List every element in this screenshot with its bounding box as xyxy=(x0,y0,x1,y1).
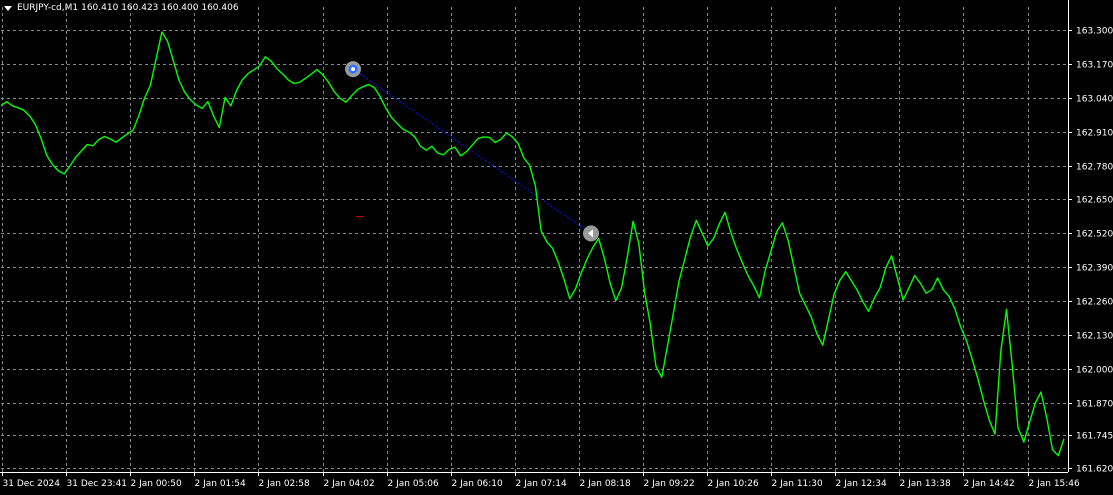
x-tick-label: 2 Jan 11:30 xyxy=(772,479,824,489)
y-tick-label: 162.130 xyxy=(1076,332,1113,342)
x-tick-label: 2 Jan 12:34 xyxy=(836,479,888,489)
y-tick-label: 162.260 xyxy=(1076,298,1113,308)
x-tick-label: 2 Jan 05:06 xyxy=(388,479,440,489)
chart-window[interactable]: 163.300 163.170 163.040 162.910 162.780 162.6… xyxy=(0,0,1113,491)
y-tick-label: 161.745 xyxy=(1076,432,1113,442)
entry-marker-dot xyxy=(351,67,355,72)
trade-entry-icon[interactable] xyxy=(345,61,361,78)
x-tick-label: 2 Jan 07:14 xyxy=(516,479,568,489)
x-tick-label: 2 Jan 04:02 xyxy=(324,479,375,489)
y-tick-label: 162.390 xyxy=(1076,264,1113,274)
x-tick-label: 31 Dec 2024 xyxy=(3,479,61,489)
y-tick-label: 162.910 xyxy=(1076,129,1113,139)
ohlc-label: 160.410 160.423 160.400 160.406 xyxy=(81,3,239,13)
price-chart[interactable]: 163.300 163.170 163.040 162.910 162.780 162.6… xyxy=(0,0,1113,491)
x-tick-label: 2 Jan 14:42 xyxy=(964,479,1015,489)
y-tick-label: 163.300 xyxy=(1076,27,1113,37)
x-tick-label: 2 Jan 09:22 xyxy=(644,479,695,489)
y-tick-label: 163.040 xyxy=(1076,95,1113,105)
y-tick-label: 162.780 xyxy=(1076,163,1113,173)
x-tick-label: 2 Jan 08:18 xyxy=(580,479,632,489)
x-tick-label: 2 Jan 13:38 xyxy=(900,479,952,489)
x-tick-label: 2 Jan 10:26 xyxy=(708,479,760,489)
triangle-down-icon[interactable] xyxy=(4,5,12,11)
y-tick-label: 163.170 xyxy=(1076,61,1113,71)
x-tick-label: 2 Jan 15:46 xyxy=(1029,479,1081,489)
y-tick-label: 161.870 xyxy=(1076,400,1113,410)
x-tick-label: 2 Jan 00:50 xyxy=(131,479,183,489)
chart-header[interactable]: EURJPY-cd,M1 160.410 160.423 160.400 160… xyxy=(4,3,239,13)
x-tick-label: 2 Jan 01:54 xyxy=(195,479,247,489)
x-tick-label: 31 Dec 23:41 xyxy=(67,479,128,489)
x-tick-label: 2 Jan 02:58 xyxy=(259,479,311,489)
chart-background xyxy=(0,0,1113,491)
y-tick-label: 161.620 xyxy=(1076,465,1113,475)
y-tick-label: 162.000 xyxy=(1076,366,1113,376)
x-tick-label: 2 Jan 06:10 xyxy=(452,479,504,489)
y-tick-label: 162.650 xyxy=(1076,196,1113,206)
y-tick-label: 162.520 xyxy=(1076,230,1113,240)
symbol-label: EURJPY-cd,M1 xyxy=(17,3,79,13)
trade-exit-icon[interactable] xyxy=(583,225,599,242)
